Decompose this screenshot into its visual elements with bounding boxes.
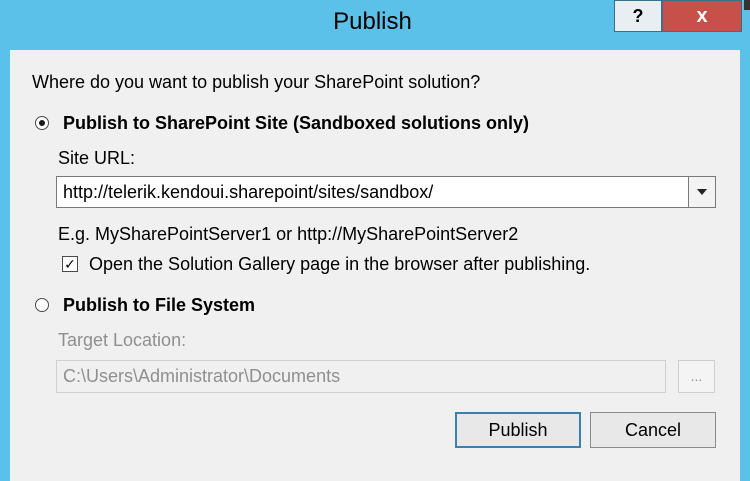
publish-button[interactable]: Publish <box>455 412 581 448</box>
publish-to-site-label[interactable]: Publish to SharePoint Site (Sandboxed so… <box>63 112 529 134</box>
publish-to-file-system-radio[interactable] <box>35 298 49 312</box>
open-gallery-label[interactable]: Open the Solution Gallery page in the br… <box>89 253 590 275</box>
open-gallery-checkbox[interactable]: ✓ <box>62 256 78 272</box>
checkmark-icon: ✓ <box>64 256 76 272</box>
browse-button: ... <box>678 360 715 393</box>
target-location-label: Target Location: <box>58 330 187 350</box>
publish-to-file-system-label[interactable]: Publish to File System <box>63 294 255 316</box>
dialog-body: Where do you want to publish your ShareP… <box>10 50 740 481</box>
cancel-button[interactable]: Cancel <box>590 412 716 448</box>
publish-to-site-radio[interactable] <box>35 116 49 130</box>
example-hint: E.g. MySharePointServer1 or http://MySha… <box>58 224 519 244</box>
target-location-value: C:\Users\Administrator\Documents <box>63 366 341 386</box>
chevron-down-icon <box>697 189 707 195</box>
question-label: Where do you want to publish your ShareP… <box>32 72 481 92</box>
site-url-input[interactable]: http://telerik.kendoui.sharepoint/sites/… <box>63 181 433 203</box>
site-url-label: Site URL: <box>58 148 136 168</box>
help-button[interactable]: ? <box>614 0 662 32</box>
close-button[interactable]: x <box>662 0 742 32</box>
title-bar[interactable]: Publish ? x <box>0 0 750 50</box>
target-location-field: C:\Users\Administrator\Documents <box>56 360 666 393</box>
site-url-combobox[interactable]: http://telerik.kendoui.sharepoint/sites/… <box>56 176 716 208</box>
window-edge <box>744 0 750 10</box>
site-url-dropdown-button[interactable] <box>688 177 715 207</box>
